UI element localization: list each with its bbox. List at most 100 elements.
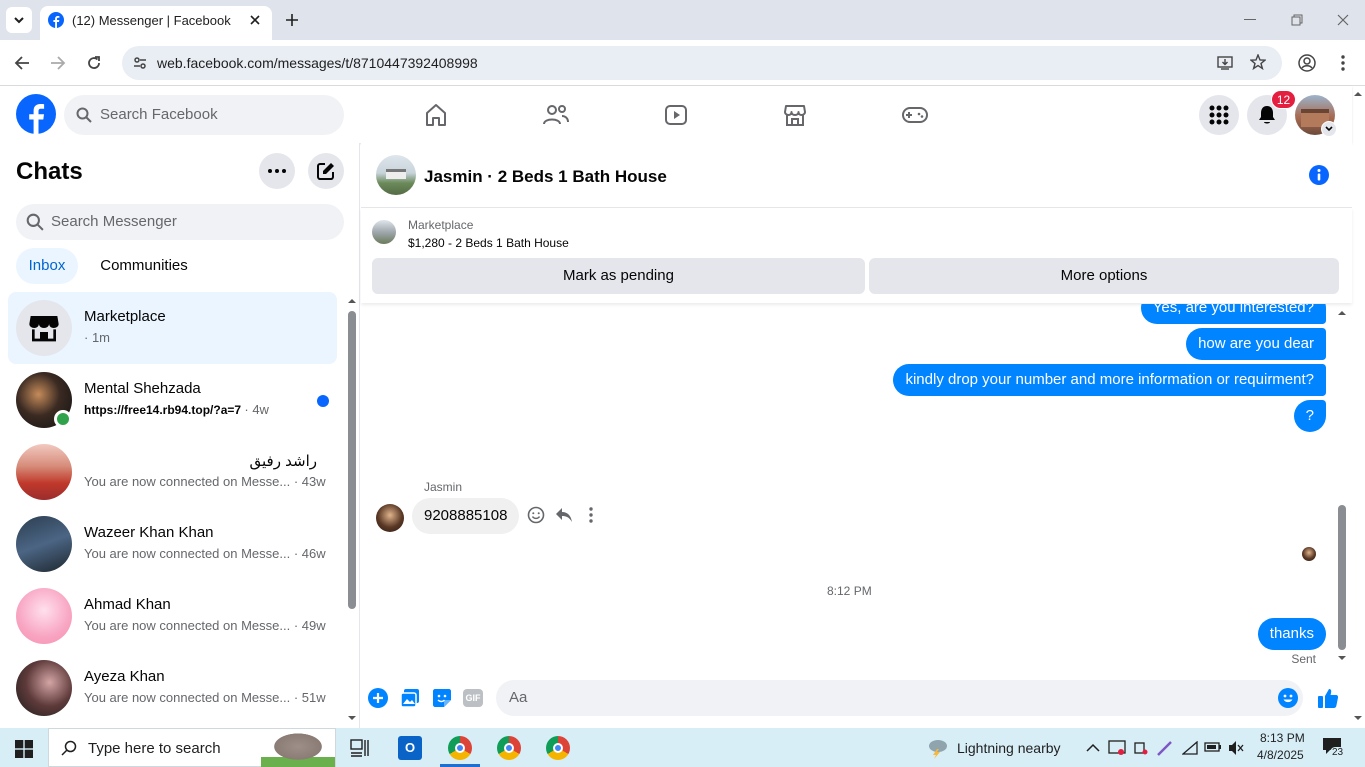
tab-inbox[interactable]: Inbox	[16, 248, 78, 284]
chat-item-ayeza-khan[interactable]: Ayeza Khan You are now connected on Mess…	[8, 652, 337, 724]
battery-icon[interactable]	[1204, 741, 1222, 753]
browser-menu-icon[interactable]	[1340, 54, 1346, 72]
chats-panel: Chats Search Messenger Inbox Communities…	[0, 143, 360, 728]
chevron-up-icon[interactable]	[1086, 743, 1100, 752]
chevron-down-icon	[1325, 126, 1333, 132]
facebook-search-box[interactable]: Search Facebook	[64, 95, 344, 135]
video-icon[interactable]	[664, 103, 688, 127]
conversation-avatar[interactable]	[376, 155, 416, 195]
listing-thumbnail[interactable]	[372, 220, 396, 244]
message-outgoing[interactable]: Yes, are you interested?	[1140, 304, 1326, 324]
chat-item-rashid-rafiq[interactable]: راشد رفیق You are now connected on Messe…	[8, 436, 337, 508]
close-window-icon[interactable]	[1337, 14, 1349, 26]
chrome-profile-icon[interactable]	[497, 736, 521, 760]
more-vertical-icon[interactable]	[589, 507, 593, 523]
friends-icon[interactable]	[543, 103, 569, 127]
messages-area: Yes, are you interested? how are you dea…	[361, 304, 1352, 678]
message-incoming[interactable]: 9208885108	[412, 498, 520, 534]
back-icon[interactable]	[14, 55, 30, 71]
more-options-button[interactable]: More options	[869, 258, 1339, 294]
outlook-icon[interactable]: O	[398, 736, 422, 760]
bookmark-star-icon[interactable]	[1250, 54, 1266, 70]
home-icon[interactable]	[424, 103, 448, 127]
page-scroll-down-icon[interactable]	[1353, 715, 1363, 721]
weather-storm-icon[interactable]	[925, 737, 949, 759]
apps-menu-button[interactable]	[1199, 95, 1239, 135]
wifi-icon[interactable]	[1182, 741, 1198, 755]
facebook-header: Search Facebook 12	[0, 86, 1352, 143]
messages-scrollbar-thumb[interactable]	[1338, 505, 1346, 650]
clock-date[interactable]: 4/8/2025	[1257, 748, 1304, 762]
chrome-profile-icon[interactable]	[546, 736, 570, 760]
close-tab-icon[interactable]	[249, 14, 261, 26]
chat-item-name: Ahmad Khan	[84, 596, 171, 613]
message-outgoing[interactable]: how are you dear	[1186, 328, 1326, 360]
chats-scroll-down-icon[interactable]	[347, 715, 357, 721]
pen-icon[interactable]	[1156, 740, 1174, 756]
windows-start-icon[interactable]	[15, 740, 33, 758]
account-menu-caret[interactable]	[1321, 121, 1337, 137]
task-view-icon[interactable]	[350, 739, 370, 757]
chats-scroll-up-icon[interactable]	[347, 298, 357, 304]
grid-icon	[1209, 105, 1229, 125]
tab-communities[interactable]: Communities	[86, 248, 202, 284]
clock-time[interactable]: 8:13 PM	[1260, 731, 1305, 745]
gif-button[interactable]: GIF	[463, 689, 483, 707]
meet-now-icon[interactable]	[1108, 740, 1126, 756]
chats-options-button[interactable]	[259, 153, 295, 189]
chat-item-marketplace[interactable]: Marketplace · 1m	[8, 292, 337, 364]
volume-muted-icon[interactable]	[1228, 740, 1244, 756]
new-message-button[interactable]	[308, 153, 344, 189]
sticker-icon[interactable]	[432, 688, 452, 708]
new-tab-icon[interactable]	[285, 13, 299, 27]
message-input[interactable]: Aa	[496, 680, 1303, 716]
chat-item-mental-shehzada[interactable]: Mental Shehzada https://free14.rb94.top/…	[8, 364, 337, 436]
tab-title: (12) Messenger | Facebook	[72, 13, 231, 28]
taskbar-search-box[interactable]: Type here to search	[48, 728, 336, 767]
messenger-search-box[interactable]: Search Messenger	[16, 204, 344, 240]
profile-icon[interactable]	[1298, 54, 1316, 72]
reply-icon[interactable]	[555, 507, 573, 523]
chat-item-name: Marketplace	[84, 308, 166, 325]
chat-item-wazeer-khan[interactable]: Wazeer Khan Khan You are now connected o…	[8, 508, 337, 580]
browser-toolbar: web.facebook.com/messages/t/871044739240…	[0, 40, 1365, 86]
react-emoji-icon[interactable]	[527, 506, 545, 524]
minimize-icon[interactable]	[1244, 19, 1256, 21]
message-outgoing[interactable]: ?	[1293, 400, 1326, 432]
add-attachment-icon[interactable]	[368, 688, 388, 708]
camera-icon[interactable]	[1134, 741, 1148, 755]
install-app-icon[interactable]	[1217, 55, 1233, 71]
chats-scrollbar-thumb[interactable]	[348, 311, 356, 609]
tab-search-button[interactable]	[6, 7, 32, 33]
gaming-icon[interactable]	[902, 103, 928, 127]
thumbs-up-icon[interactable]	[1317, 687, 1339, 709]
online-status-dot	[54, 410, 72, 428]
listing-source: Marketplace	[408, 218, 474, 232]
emoji-icon[interactable]	[1278, 688, 1298, 708]
restore-icon[interactable]	[1291, 14, 1303, 26]
messages-scroll-down-icon[interactable]	[1337, 655, 1347, 661]
facebook-logo-icon[interactable]	[16, 94, 56, 134]
chrome-icon[interactable]	[448, 736, 472, 760]
messages-scroll-up-icon[interactable]	[1337, 310, 1347, 316]
browser-tab[interactable]: (12) Messenger | Facebook	[40, 6, 272, 40]
message-outgoing[interactable]: thanks	[1257, 618, 1326, 650]
mark-as-pending-button[interactable]: Mark as pending	[372, 258, 865, 294]
conversation-title[interactable]: Jasmin · 2 Beds 1 Bath House	[424, 167, 667, 187]
info-icon[interactable]	[1309, 165, 1329, 185]
site-settings-icon[interactable]	[132, 55, 148, 71]
chat-item-ahmad-khan[interactable]: Ahmad Khan You are now connected on Mess…	[8, 580, 337, 652]
taskbar-search-placeholder: Type here to search	[88, 740, 221, 757]
photo-icon[interactable]	[400, 688, 420, 708]
weather-text[interactable]: Lightning nearby	[957, 740, 1061, 756]
message-outgoing[interactable]: kindly drop your number and more informa…	[893, 364, 1326, 396]
listing-title[interactable]: $1,280 - 2 Beds 1 Bath House	[408, 236, 569, 250]
chat-item-preview: You are now connected on Messe... · 49w	[84, 618, 326, 633]
marketplace-icon[interactable]	[783, 103, 807, 127]
address-bar[interactable]: web.facebook.com/messages/t/871044739240…	[122, 46, 1282, 80]
notification-center-button[interactable]: 23	[1322, 737, 1348, 759]
search-icon	[61, 740, 77, 756]
forward-icon[interactable]	[50, 55, 66, 71]
page-scroll-up-icon[interactable]	[1353, 91, 1363, 97]
reload-icon[interactable]	[86, 55, 102, 71]
